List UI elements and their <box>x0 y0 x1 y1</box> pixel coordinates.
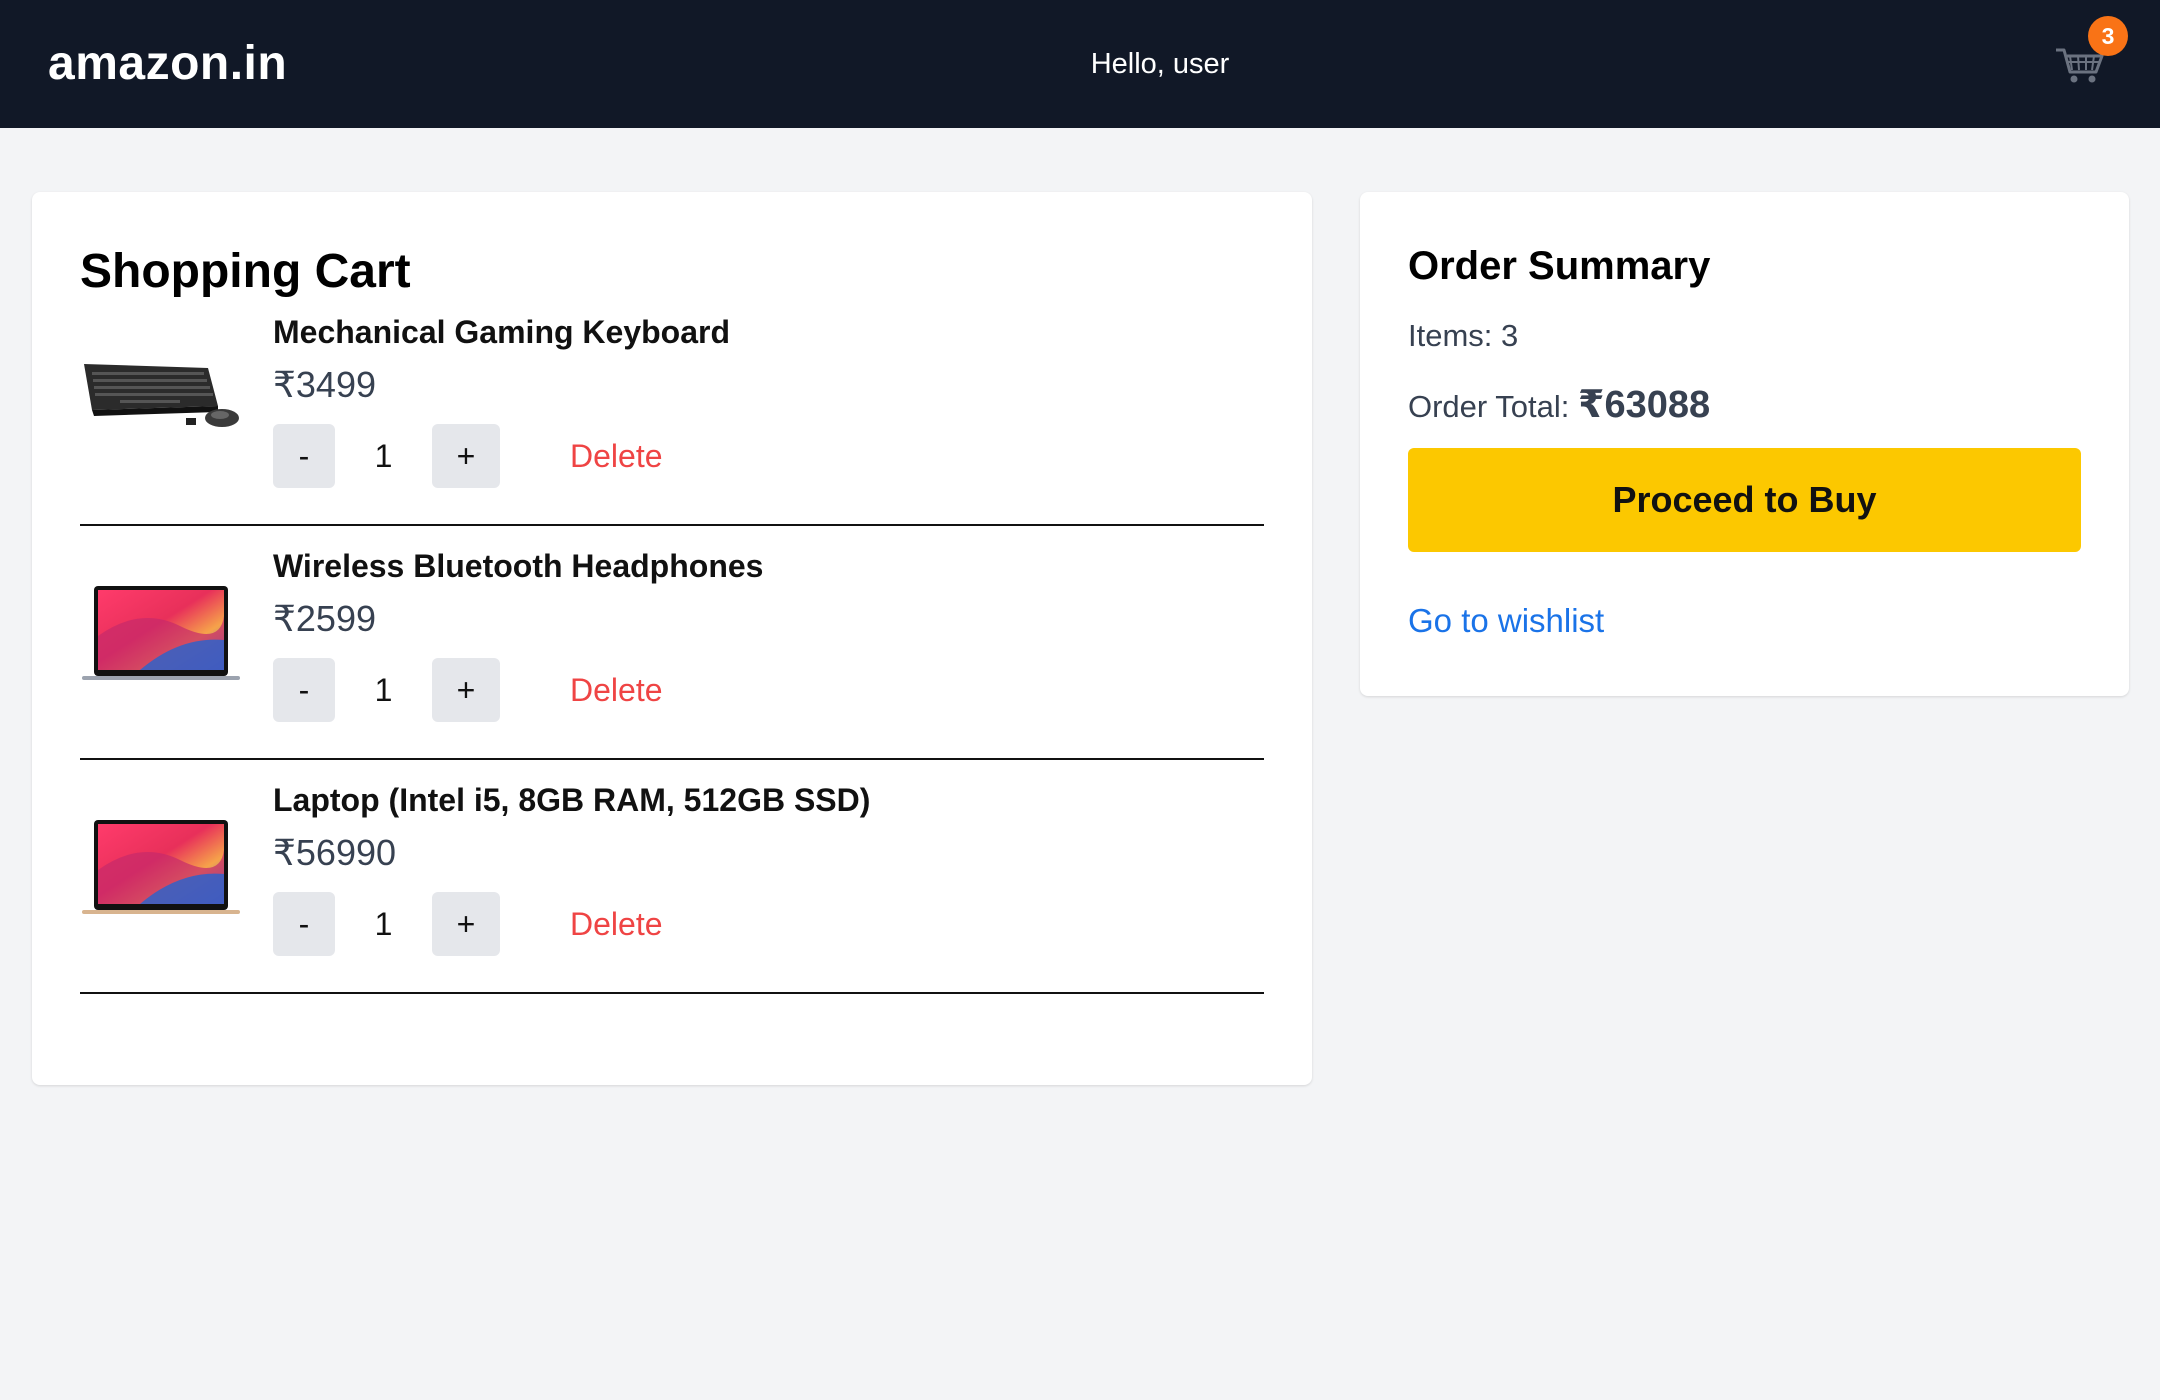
order-total-value: ₹63088 <box>1578 384 1711 426</box>
order-summary-panel: Order Summary Items: 3 Order Total: ₹630… <box>1360 192 2129 696</box>
item-name[interactable]: Wireless Bluetooth Headphones <box>273 548 763 585</box>
laptop-image[interactable] <box>80 576 242 686</box>
decrease-quantity-button[interactable]: - <box>273 658 335 722</box>
quantity-value: 1 <box>374 672 393 708</box>
cart-item: Mechanical Gaming Keyboard ₹3499 - 1 + D… <box>80 292 1264 526</box>
item-price: ₹3499 <box>273 364 376 405</box>
shopping-cart-panel: Shopping Cart Mechanical Gaming Keyboard… <box>32 192 1312 1085</box>
user-greeting: Hello, user <box>1090 48 1230 80</box>
items-count: Items: 3 <box>1408 318 1519 353</box>
quantity-value: 1 <box>374 438 393 474</box>
cart-item: Laptop (Intel i5, 8GB RAM, 512GB SSD) ₹5… <box>80 760 1264 994</box>
delete-item-button[interactable]: Delete <box>570 658 663 722</box>
top-nav-bar: amazon.in Hello, user 3 <box>0 0 2160 128</box>
cart-title: Shopping Cart <box>80 245 411 298</box>
delete-item-button[interactable]: Delete <box>570 424 663 488</box>
cart-count-badge: 3 <box>2088 16 2128 56</box>
order-summary-title: Order Summary <box>1408 244 1711 288</box>
delete-item-button[interactable]: Delete <box>570 892 663 956</box>
increase-quantity-button[interactable]: + <box>432 892 500 956</box>
proceed-to-buy-button[interactable]: Proceed to Buy <box>1408 448 2081 552</box>
increase-quantity-button[interactable]: + <box>432 658 500 722</box>
item-price: ₹2599 <box>273 598 376 639</box>
item-name[interactable]: Mechanical Gaming Keyboard <box>273 314 730 351</box>
cart-item: Wireless Bluetooth Headphones ₹2599 - 1 … <box>80 526 1264 760</box>
order-total-label: Order Total: <box>1408 389 1579 424</box>
quantity-value: 1 <box>374 906 393 942</box>
order-total: Order Total: ₹63088 <box>1408 382 1710 427</box>
item-price: ₹56990 <box>273 832 397 873</box>
decrease-quantity-button[interactable]: - <box>273 424 335 488</box>
laptop-image[interactable] <box>80 810 242 920</box>
decrease-quantity-button[interactable]: - <box>273 892 335 956</box>
increase-quantity-button[interactable]: + <box>432 424 500 488</box>
go-to-wishlist-link[interactable]: Go to wishlist <box>1408 602 1604 640</box>
item-name[interactable]: Laptop (Intel i5, 8GB RAM, 512GB SSD) <box>273 782 870 819</box>
keyboard-mouse-image[interactable] <box>80 342 242 452</box>
